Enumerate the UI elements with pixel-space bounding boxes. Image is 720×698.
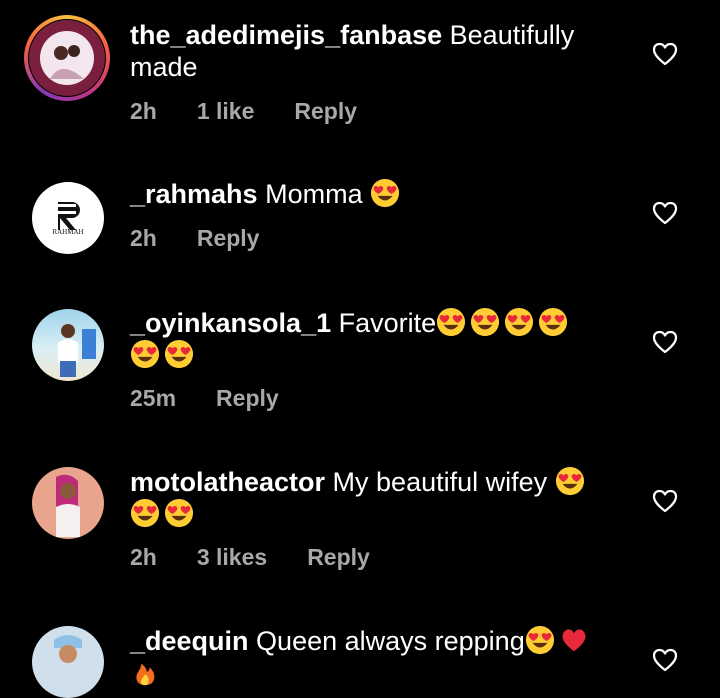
heart-eyes-emoji xyxy=(555,466,585,496)
timestamp: 25m xyxy=(130,385,177,411)
heart-outline-icon[interactable] xyxy=(652,42,678,66)
timestamp: 2h xyxy=(130,98,157,124)
comment-meta: 2h Reply xyxy=(130,225,259,252)
comment-body: Favorite xyxy=(338,308,437,338)
fire-emoji xyxy=(130,657,160,687)
comment-text: the_adedimejis_fanbase Beautifully made xyxy=(130,19,600,83)
username[interactable]: _rahmahs xyxy=(130,179,258,209)
reply-button[interactable]: Reply xyxy=(294,98,357,125)
comment-body: Queen always repping xyxy=(256,626,525,656)
heart-outline-icon[interactable] xyxy=(652,489,678,513)
username[interactable]: motolatheactor xyxy=(130,467,325,497)
heart-eyes-emoji xyxy=(164,498,194,528)
svg-text:RAHMAH: RAHMAH xyxy=(52,228,83,236)
fanbase-logo xyxy=(29,20,105,96)
avatar[interactable]: RAHMAH xyxy=(32,182,104,254)
comment-body: My beautiful wifey xyxy=(332,467,548,497)
username[interactable]: _oyinkansola_1 xyxy=(130,308,331,338)
comment-text: motolatheactor My beautiful wifey xyxy=(130,466,600,530)
heart-eyes-emoji xyxy=(470,307,500,337)
heart-eyes-emoji xyxy=(370,178,400,208)
reply-button[interactable]: Reply xyxy=(307,544,370,571)
avatar[interactable] xyxy=(32,626,104,698)
heart-eyes-emoji xyxy=(164,339,194,369)
avatar[interactable] xyxy=(32,309,104,381)
heart-eyes-emoji xyxy=(436,307,466,337)
reply-button[interactable]: Reply xyxy=(197,225,260,252)
likes-count[interactable]: 3 likes xyxy=(197,544,267,571)
comment-meta: 2h 3 likes Reply xyxy=(130,544,370,571)
reply-button[interactable]: Reply xyxy=(216,385,279,412)
story-ring-avatar[interactable] xyxy=(24,15,110,101)
comment-text: _deequin Queen always repping xyxy=(130,625,600,689)
profile-photo xyxy=(58,324,96,377)
comment-meta: 25m Reply xyxy=(130,385,279,412)
heart-eyes-emoji xyxy=(525,625,555,655)
heart-outline-icon[interactable] xyxy=(652,648,678,672)
username[interactable]: _deequin xyxy=(130,626,249,656)
timestamp: 2h xyxy=(130,225,157,251)
avatar[interactable] xyxy=(32,467,104,539)
profile-photo xyxy=(56,474,80,537)
comment-text: _rahmahs Momma xyxy=(130,178,600,210)
red-heart-emoji xyxy=(559,625,589,655)
username[interactable]: the_adedimejis_fanbase xyxy=(130,20,442,50)
comment-text: _oyinkansola_1 Favorite xyxy=(130,307,600,371)
profile-photo xyxy=(54,635,82,663)
comment-body: Momma xyxy=(265,179,363,209)
heart-outline-icon[interactable] xyxy=(652,201,678,225)
heart-eyes-emoji xyxy=(130,498,160,528)
heart-eyes-emoji xyxy=(130,339,160,369)
rahmah-logo: RAHMAH xyxy=(52,202,84,236)
heart-eyes-emoji xyxy=(538,307,568,337)
comment-meta: 2h 1 like Reply xyxy=(130,98,357,125)
heart-eyes-emoji xyxy=(504,307,534,337)
heart-outline-icon[interactable] xyxy=(652,330,678,354)
likes-count[interactable]: 1 like xyxy=(197,98,255,125)
timestamp: 2h xyxy=(130,544,157,570)
